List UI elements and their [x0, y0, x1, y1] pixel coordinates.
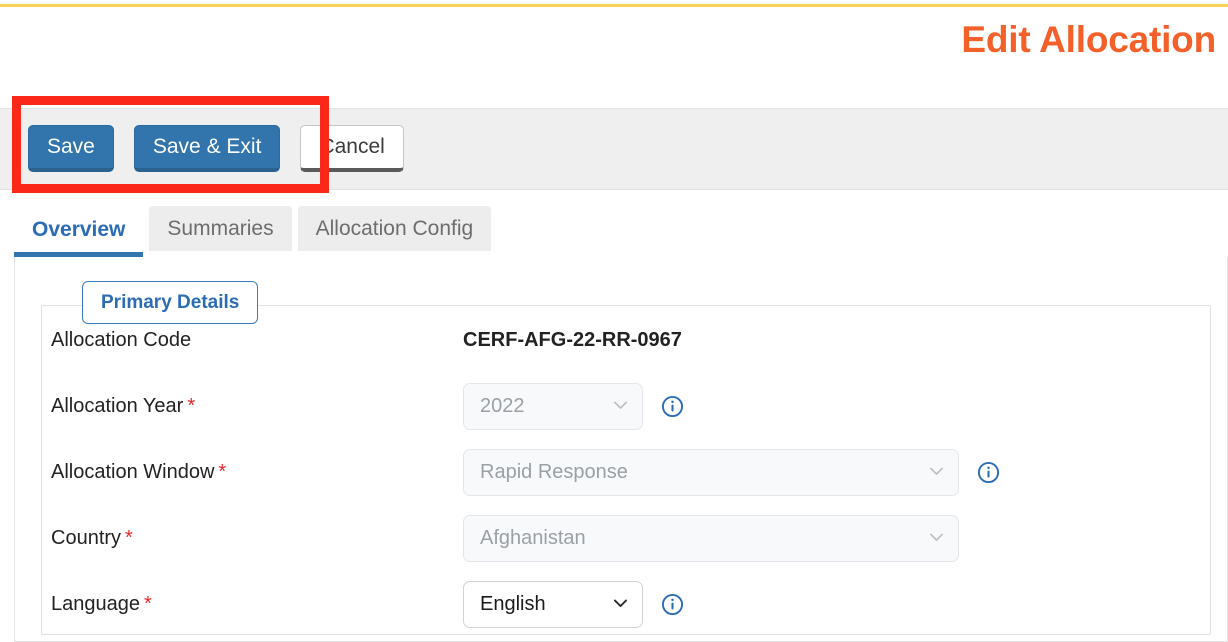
chevron-down-icon: [613, 398, 628, 413]
label-language: Language *: [51, 593, 463, 616]
allocation-year-value: 2022: [480, 394, 525, 417]
required-marker: *: [125, 526, 133, 549]
language-value: English: [480, 592, 546, 615]
tab-allocation-config[interactable]: Allocation Config: [297, 206, 492, 251]
allocation-window-value: Rapid Response: [480, 460, 628, 483]
label-text: Allocation Year: [51, 394, 184, 417]
label-allocation-year: Allocation Year *: [51, 395, 463, 418]
field-row-country: Country * Afghanistan: [51, 505, 1171, 571]
label-text: Language: [51, 592, 140, 615]
field-row-allocation-window: Allocation Window * Rapid Response: [51, 439, 1171, 505]
save-and-exit-button[interactable]: Save & Exit: [133, 125, 281, 172]
value-allocation-code: CERF-AFG-22-RR-0967: [463, 328, 682, 351]
chevron-down-icon: [613, 596, 628, 611]
required-marker: *: [187, 394, 196, 417]
allocation-window-select[interactable]: Rapid Response: [463, 448, 959, 496]
label-country: Country *: [51, 527, 463, 550]
primary-details-form: Allocation Code CERF-AFG-22-RR-0967 Allo…: [51, 307, 1171, 637]
field-row-allocation-year: Allocation Year * 2022: [51, 373, 1171, 439]
chevron-down-icon: [929, 464, 944, 479]
cancel-button[interactable]: Cancel: [300, 125, 404, 172]
info-circle-icon[interactable]: [661, 395, 684, 418]
language-select[interactable]: English: [463, 580, 643, 628]
country-control: Afghanistan: [463, 514, 959, 562]
country-select[interactable]: Afghanistan: [463, 514, 959, 562]
info-circle-icon[interactable]: [661, 593, 684, 616]
label-text: Allocation Code: [51, 328, 192, 351]
chevron-down-icon: [929, 530, 944, 545]
field-row-allocation-code: Allocation Code CERF-AFG-22-RR-0967: [51, 307, 1171, 373]
tab-overview[interactable]: Overview: [14, 207, 144, 257]
required-marker: *: [218, 460, 227, 483]
top-accent-rule: [0, 4, 1228, 7]
tab-summaries[interactable]: Summaries: [149, 206, 292, 251]
toolbar-button-group: Save Save & Exit Cancel: [28, 125, 404, 172]
label-text: Allocation Window: [51, 460, 215, 483]
info-circle-icon[interactable]: [977, 461, 1000, 484]
allocation-window-control: Rapid Response: [463, 448, 1000, 496]
label-allocation-window: Allocation Window *: [51, 461, 463, 484]
country-value: Afghanistan: [480, 526, 586, 549]
save-button[interactable]: Save: [28, 125, 114, 172]
allocation-year-select[interactable]: 2022: [463, 382, 643, 430]
label-text: Country: [51, 526, 122, 549]
field-row-language: Language * English: [51, 571, 1171, 637]
page-title: Edit Allocation: [961, 19, 1216, 60]
language-control: English: [463, 580, 684, 628]
tab-content-panel: Primary Details Allocation Code CERF-AFG…: [14, 257, 1228, 642]
action-toolbar: Save Save & Exit Cancel: [0, 108, 1228, 190]
label-allocation-code: Allocation Code: [51, 329, 463, 352]
allocation-year-control: 2022: [463, 382, 684, 430]
tab-bar: Overview Summaries Allocation Config: [14, 205, 1228, 257]
required-marker: *: [143, 592, 152, 615]
